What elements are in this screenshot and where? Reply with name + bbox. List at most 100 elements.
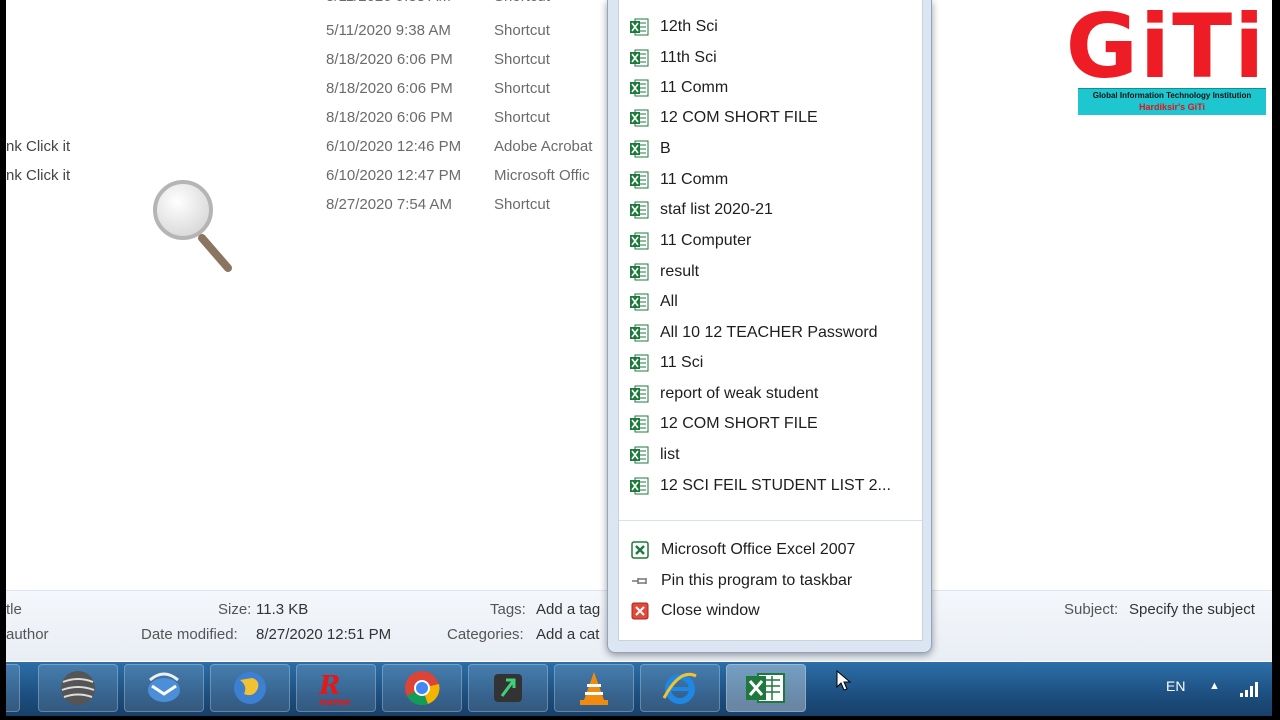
file-row[interactable]: 8/27/2020 7:54 AM Shortcut bbox=[6, 192, 606, 221]
recent-file-item[interactable]: 12th Sci bbox=[629, 13, 718, 41]
file-date: 6/10/2020 12:47 PM bbox=[326, 167, 462, 184]
excel-file-icon bbox=[630, 263, 649, 281]
title-label: tle bbox=[6, 601, 22, 618]
taskbar-excel-button[interactable] bbox=[726, 664, 806, 712]
pin-icon bbox=[629, 570, 651, 592]
recent-file-item[interactable]: 11 Sci bbox=[629, 349, 703, 377]
recent-file-item[interactable]: list bbox=[629, 441, 680, 469]
tray-expand-icon[interactable]: ▲ bbox=[1209, 680, 1220, 692]
file-date: 8/18/2020 6:06 PM bbox=[326, 80, 453, 97]
taskbar-ie-button[interactable] bbox=[640, 664, 720, 712]
file-type: Shortcut bbox=[494, 51, 550, 68]
logo-tagline: Global Information Technology Institutio… bbox=[1092, 91, 1252, 100]
open-excel-task[interactable]: Microsoft Office Excel 2007 bbox=[629, 536, 855, 564]
magnifier-icon bbox=[146, 178, 236, 274]
recent-file-item[interactable]: 12 SCI FEIL STUDENT LIST 2... bbox=[629, 472, 891, 500]
taskbar-globe-button[interactable] bbox=[210, 664, 290, 712]
recent-file-label: report of weak student bbox=[660, 385, 819, 402]
world-icon bbox=[61, 671, 95, 705]
partial-list-item bbox=[629, 0, 647, 6]
size-label: Size: bbox=[218, 601, 252, 618]
recent-file-item[interactable]: 11th Sci bbox=[629, 44, 717, 72]
taskbar-world-button[interactable] bbox=[38, 664, 118, 712]
pin-to-taskbar-label: Pin this program to taskbar bbox=[661, 572, 853, 589]
categories-label: Categories: bbox=[447, 626, 524, 643]
recent-file-item[interactable]: All bbox=[629, 288, 678, 316]
recent-file-label: 12th Sci bbox=[660, 18, 718, 35]
file-date: 5/11/2020 9:38 AM bbox=[326, 22, 451, 39]
file-type: Microsoft Offic bbox=[494, 167, 590, 184]
recent-file-item[interactable]: report of weak student bbox=[629, 380, 818, 408]
logo-wordmark: GiTi bbox=[1065, 0, 1267, 98]
globe-icon bbox=[234, 672, 266, 704]
excel-icon bbox=[746, 673, 785, 703]
recent-file-label: 11 Comm bbox=[660, 79, 729, 96]
file-type: Shortcut bbox=[494, 80, 550, 97]
recent-file-label: list bbox=[660, 446, 680, 463]
giti-logo: GiTi Global Information Technology Insti… bbox=[1064, 2, 1268, 116]
taskbar-chrome-button[interactable] bbox=[382, 664, 462, 712]
recent-file-item[interactable]: B bbox=[629, 135, 671, 163]
recent-file-item[interactable]: result bbox=[629, 258, 699, 286]
file-date: 8/18/2020 6:06 PM bbox=[326, 51, 453, 68]
excel-file-icon bbox=[630, 446, 649, 464]
taskbar-vlc-button[interactable] bbox=[554, 664, 634, 712]
file-type: Shortcut bbox=[494, 196, 550, 213]
recent-file-label: 11th Sci bbox=[660, 49, 717, 66]
network-signal-icon[interactable] bbox=[1239, 680, 1261, 698]
file-row-partial[interactable]: 5/11/2020 9:38 AM Shortcut bbox=[6, 0, 606, 14]
recent-file-item[interactable]: 11 Comm bbox=[629, 166, 728, 194]
taskbar-thunderbird-button[interactable] bbox=[124, 664, 204, 712]
taskbar-rname-button[interactable]: R name bbox=[296, 664, 376, 712]
excel-file-icon bbox=[630, 109, 649, 127]
file-row[interactable]: 5/11/2020 9:38 AM Shortcut bbox=[6, 18, 606, 47]
recent-file-item[interactable]: 11 Comm bbox=[629, 74, 728, 102]
excel-program-icon bbox=[629, 539, 651, 561]
size-value: 11.3 KB bbox=[256, 601, 309, 618]
close-window-task[interactable]: Close window bbox=[629, 597, 760, 625]
excel-file-icon bbox=[630, 324, 649, 342]
file-name: nk Click it bbox=[6, 138, 71, 155]
app-icon bbox=[494, 674, 522, 702]
taskbar: R name EN ▲ bbox=[6, 662, 1272, 716]
recent-file-item[interactable]: All 10 12 TEACHER Password bbox=[629, 319, 878, 347]
excel-file-icon bbox=[630, 18, 649, 36]
recent-file-item[interactable]: staf list 2020-21 bbox=[629, 196, 773, 224]
author-label: author bbox=[6, 626, 49, 643]
recent-file-label: 12 COM SHORT FILE bbox=[660, 415, 818, 432]
file-row[interactable]: nk Click it 6/10/2020 12:47 PM Microsoft… bbox=[6, 163, 606, 192]
file-date: 6/10/2020 12:46 PM bbox=[326, 138, 462, 155]
pin-to-taskbar-task[interactable]: Pin this program to taskbar bbox=[629, 567, 852, 595]
start-button[interactable] bbox=[6, 664, 20, 712]
excel-file-icon bbox=[630, 171, 649, 189]
subject-field[interactable]: Specify the subject bbox=[1129, 601, 1255, 618]
file-row[interactable]: 8/18/2020 6:06 PM Shortcut bbox=[6, 76, 606, 105]
recent-file-item[interactable]: 11 Computer bbox=[629, 227, 751, 255]
tags-field[interactable]: Add a tag bbox=[536, 601, 600, 618]
excel-file-icon bbox=[630, 385, 649, 403]
recent-file-label: 12 COM SHORT FILE bbox=[660, 109, 818, 126]
file-row[interactable]: 8/18/2020 6:06 PM Shortcut bbox=[6, 47, 606, 76]
file-name: nk Click it bbox=[6, 167, 71, 184]
recent-file-item[interactable]: 12 COM SHORT FILE bbox=[629, 104, 818, 132]
recent-file-label: 11 Sci bbox=[660, 354, 704, 371]
logo-band: Global Information Technology Institutio… bbox=[1078, 88, 1266, 115]
recent-file-item[interactable]: 12 COM SHORT FILE bbox=[629, 410, 818, 438]
chrome-icon bbox=[405, 671, 440, 706]
taskbar-app-button[interactable] bbox=[468, 664, 548, 712]
file-type: Shortcut bbox=[494, 22, 550, 39]
language-indicator[interactable]: EN bbox=[1166, 678, 1185, 694]
excel-file-icon bbox=[630, 293, 649, 311]
close-window-label: Close window bbox=[661, 602, 760, 619]
file-row[interactable]: nk Click it 6/10/2020 12:46 PM Adobe Acr… bbox=[6, 134, 606, 163]
excel-file-icon bbox=[630, 140, 649, 158]
file-row[interactable]: 8/18/2020 6:06 PM Shortcut bbox=[6, 105, 606, 134]
jump-list-panel: 12th Sci 11th Sci 11 Comm 12 COM SHORT F… bbox=[618, 0, 923, 641]
excel-file-icon bbox=[630, 49, 649, 67]
excel-file-icon bbox=[630, 201, 649, 219]
recent-file-label: All 10 12 TEACHER Password bbox=[660, 324, 878, 341]
excel-file-icon bbox=[630, 415, 649, 433]
file-date: 8/27/2020 7:54 AM bbox=[326, 196, 452, 213]
file-date: 8/18/2020 6:06 PM bbox=[326, 109, 453, 126]
categories-field[interactable]: Add a cat bbox=[536, 626, 599, 643]
